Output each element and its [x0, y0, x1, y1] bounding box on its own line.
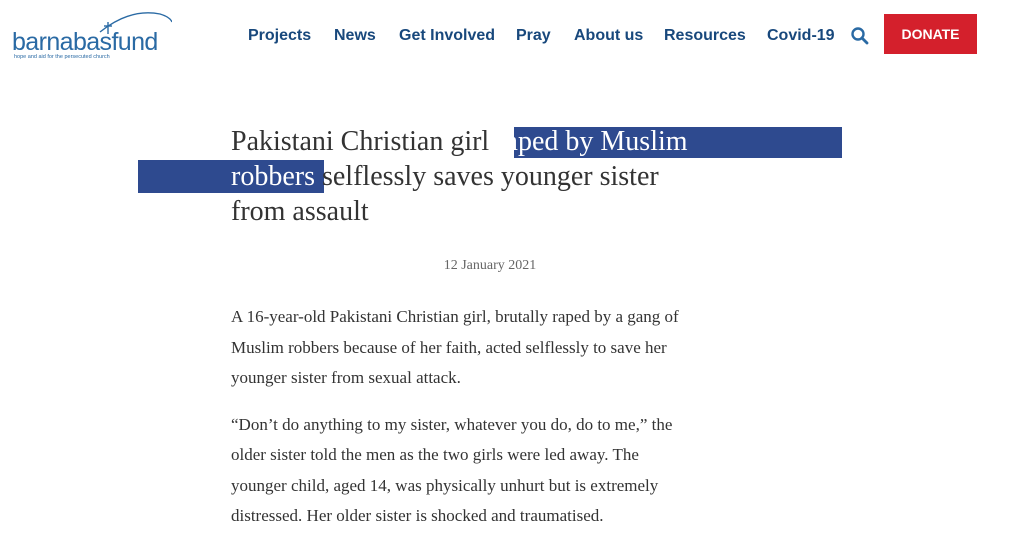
- site-logo[interactable]: barnabasfund hope and aid for the persec…: [12, 10, 172, 62]
- title-highlighted-text: raped by Muslim: [496, 126, 688, 157]
- nav-item-about-us[interactable]: About us: [574, 24, 643, 48]
- paragraph-line: younger child, aged 14, was physically u…: [231, 475, 659, 495]
- article-paragraph: “Don’t do anything to my sister, whateve…: [231, 410, 751, 532]
- paragraph-line: older sister told the men as the two gir…: [231, 445, 639, 464]
- nav-item-covid-19[interactable]: Covid-19: [767, 24, 835, 48]
- search-icon[interactable]: [850, 26, 870, 46]
- nav-item-get-involved[interactable]: Get Involved: [399, 24, 495, 48]
- paragraph-line: distressed. Her older sister is shocked …: [231, 506, 604, 525]
- title-text: from assault: [231, 196, 369, 227]
- title-text: Pakistani Christian girl: [231, 126, 497, 157]
- paragraph-line: A 16-year-old Pakistani Christian girl, …: [231, 307, 679, 326]
- title-text: selflessly saves younger sister: [314, 161, 659, 192]
- article-date: 12 January 2021: [443, 258, 537, 273]
- article-paragraph: A 16-year-old Pakistani Christian girl, …: [231, 302, 751, 394]
- nav-item-projects[interactable]: Projects: [248, 24, 311, 48]
- article-title: Pakistani Christian girl raped by Muslim…: [231, 124, 731, 229]
- title-highlighted-text: robbers: [231, 161, 315, 192]
- nav-item-pray[interactable]: Pray: [516, 24, 551, 48]
- donate-button[interactable]: DONATE: [884, 14, 977, 54]
- nav-item-news[interactable]: News: [334, 24, 376, 48]
- logo-tagline: hope and aid for the persecuted church: [14, 54, 110, 60]
- nav-item-resources[interactable]: Resources: [664, 24, 746, 48]
- paragraph-line: Muslim robbers because of her faith, act…: [231, 337, 667, 357]
- paragraph-line: younger sister from sexual attack.: [231, 368, 461, 387]
- paragraph-line: “Don’t do anything to my sister, whateve…: [231, 414, 673, 434]
- article-body: A 16-year-old Pakistani Christian girl, …: [231, 302, 751, 544]
- logo-wordmark: barnabasfund: [12, 28, 158, 56]
